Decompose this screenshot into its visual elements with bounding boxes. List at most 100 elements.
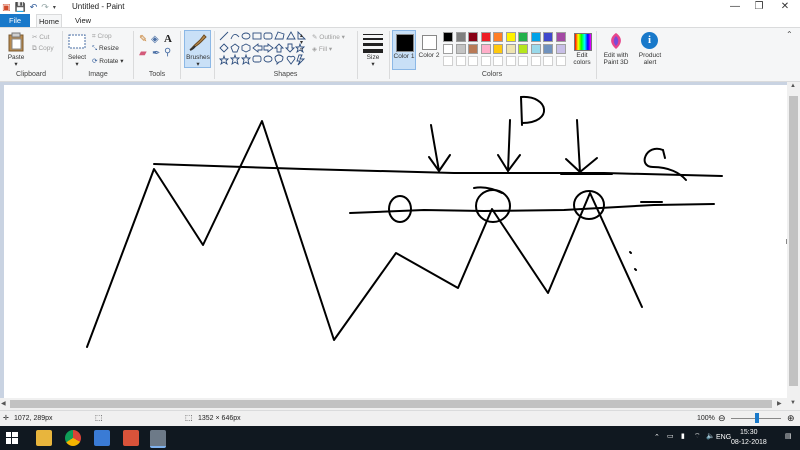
- fill-label: Fill: [318, 46, 328, 53]
- color1-button[interactable]: Color 1: [392, 30, 416, 70]
- save-icon[interactable]: 💾: [15, 2, 26, 13]
- custom-color-slot[interactable]: [443, 56, 453, 66]
- horizontal-scroll-thumb[interactable]: [10, 400, 772, 408]
- eraser-icon[interactable]: ▰: [139, 48, 147, 59]
- zoom-in-button[interactable]: ⊕: [787, 413, 795, 424]
- file-explorer-icon[interactable]: [36, 430, 52, 446]
- tab-home[interactable]: Home: [36, 14, 62, 27]
- color-swatch[interactable]: [493, 44, 503, 54]
- customize-dropdown-icon[interactable]: ▾: [53, 4, 56, 11]
- color1-swatch: [396, 34, 414, 52]
- copy-button[interactable]: ⧉ Copy: [32, 45, 54, 53]
- zoom-slider-thumb[interactable]: [755, 413, 759, 423]
- color-swatch[interactable]: [555, 32, 566, 42]
- magnifier-icon[interactable]: ⚲: [164, 47, 171, 58]
- chevron-down-icon: ▾: [14, 61, 18, 68]
- tray-app-icon[interactable]: ▭: [667, 432, 674, 440]
- shapes-gallery[interactable]: [218, 31, 310, 69]
- redo-icon[interactable]: ↷: [41, 2, 49, 13]
- battery-icon[interactable]: ▮: [681, 432, 685, 440]
- color-swatch[interactable]: [480, 32, 491, 42]
- outline-button[interactable]: ✎ Outline ▾: [312, 33, 345, 41]
- color-swatch[interactable]: [543, 44, 553, 54]
- app-icon[interactable]: [94, 430, 110, 446]
- edit-colors-button[interactable]: Edit colors: [571, 31, 593, 69]
- resize-button[interactable]: ⤡ Resize: [92, 45, 119, 53]
- color-swatch[interactable]: [505, 44, 516, 54]
- color-swatch[interactable]: [518, 44, 528, 54]
- pencil-icon[interactable]: ✎: [139, 34, 147, 45]
- color-swatch[interactable]: [468, 32, 478, 42]
- maximize-button[interactable]: ❐: [746, 0, 772, 14]
- scroll-left-icon[interactable]: ◀: [1, 400, 6, 407]
- media-app-icon[interactable]: [123, 430, 139, 446]
- resize-label: Resize: [99, 45, 119, 52]
- collapse-ribbon-icon[interactable]: ⌃: [786, 30, 793, 39]
- size-button[interactable]: Size ▾: [361, 31, 385, 68]
- paste-button[interactable]: Paste ▾: [4, 31, 28, 68]
- rotate-button[interactable]: ⟳ Rotate ▾: [92, 57, 124, 65]
- zoom-out-button[interactable]: ⊖: [718, 413, 726, 424]
- color-swatch[interactable]: [543, 32, 553, 42]
- undo-icon[interactable]: ↶: [30, 2, 38, 13]
- close-button[interactable]: ✕: [772, 0, 798, 14]
- color-swatch[interactable]: [468, 44, 478, 54]
- color-swatch[interactable]: [443, 44, 453, 54]
- start-button[interactable]: [6, 432, 18, 444]
- fill-button[interactable]: ◈ Fill ▾: [312, 45, 332, 53]
- color-wheel-icon: [574, 33, 592, 51]
- custom-color-slot[interactable]: [530, 56, 541, 66]
- paint3d-icon: [611, 33, 621, 49]
- color-swatch[interactable]: [505, 32, 516, 42]
- volume-icon[interactable]: 🔈: [706, 432, 715, 440]
- custom-color-slot[interactable]: [518, 56, 528, 66]
- tab-file[interactable]: File: [0, 14, 30, 27]
- select-button[interactable]: Select ▾: [66, 31, 88, 68]
- chrome-icon[interactable]: [65, 430, 81, 446]
- color-swatch[interactable]: [555, 44, 566, 54]
- notifications-icon[interactable]: ▤: [785, 432, 792, 440]
- fill-bucket-icon[interactable]: ◈: [151, 34, 159, 45]
- custom-color-slot[interactable]: [455, 56, 466, 66]
- color2-button[interactable]: Color 2: [418, 30, 440, 70]
- clock-time[interactable]: 15:30: [740, 429, 758, 436]
- brushes-button[interactable]: Brushes ▾: [184, 30, 211, 68]
- scroll-right-icon[interactable]: ▶: [777, 400, 782, 407]
- edit-with-paint3d-button[interactable]: Edit with Paint 3D: [600, 31, 632, 69]
- custom-color-slot[interactable]: [480, 56, 491, 66]
- minimize-button[interactable]: —: [722, 0, 748, 14]
- divider: [389, 31, 390, 79]
- custom-color-slot[interactable]: [555, 56, 566, 66]
- language-indicator[interactable]: ENG: [716, 434, 731, 441]
- text-icon[interactable]: A: [164, 33, 172, 45]
- color-swatch[interactable]: [455, 32, 466, 42]
- tab-view[interactable]: View: [72, 14, 94, 27]
- vertical-scroll-thumb[interactable]: [789, 96, 798, 386]
- color-picker-icon[interactable]: ✒: [152, 48, 160, 59]
- network-icon[interactable]: ⌔: [694, 432, 701, 441]
- shapes-scroll-icon[interactable]: ▴ ▾ ▿: [300, 32, 303, 53]
- color-swatch[interactable]: [518, 32, 528, 42]
- paint-taskbar-icon[interactable]: [150, 430, 166, 448]
- custom-color-slot[interactable]: [493, 56, 503, 66]
- color-swatch[interactable]: [455, 44, 466, 54]
- color-swatch[interactable]: [530, 44, 541, 54]
- scroll-up-icon[interactable]: ▲: [790, 83, 796, 89]
- taskbar: ⌃ ▭ ▮ ⌔ 🔈 ENG 15:30 08-12-2018 ▤: [0, 426, 800, 450]
- color-swatch[interactable]: [480, 44, 491, 54]
- drawing-canvas[interactable]: [4, 85, 787, 403]
- color-swatch[interactable]: [530, 32, 541, 42]
- custom-color-slot[interactable]: [505, 56, 516, 66]
- product-alert-button[interactable]: i Product alert: [636, 31, 664, 69]
- paste-label: Paste: [7, 54, 25, 61]
- color-swatch[interactable]: [493, 32, 503, 42]
- divider: [357, 31, 358, 79]
- cut-button[interactable]: ✂ Cut: [32, 33, 49, 41]
- scroll-down-icon[interactable]: ▼: [790, 400, 796, 406]
- custom-color-slot[interactable]: [468, 56, 478, 66]
- crop-button[interactable]: ⌗ Crop: [92, 33, 112, 41]
- custom-color-slot[interactable]: [543, 56, 553, 66]
- tray-chevron-up-icon[interactable]: ⌃: [654, 433, 660, 441]
- color-swatch[interactable]: [443, 32, 453, 42]
- clock-date[interactable]: 08-12-2018: [731, 439, 767, 446]
